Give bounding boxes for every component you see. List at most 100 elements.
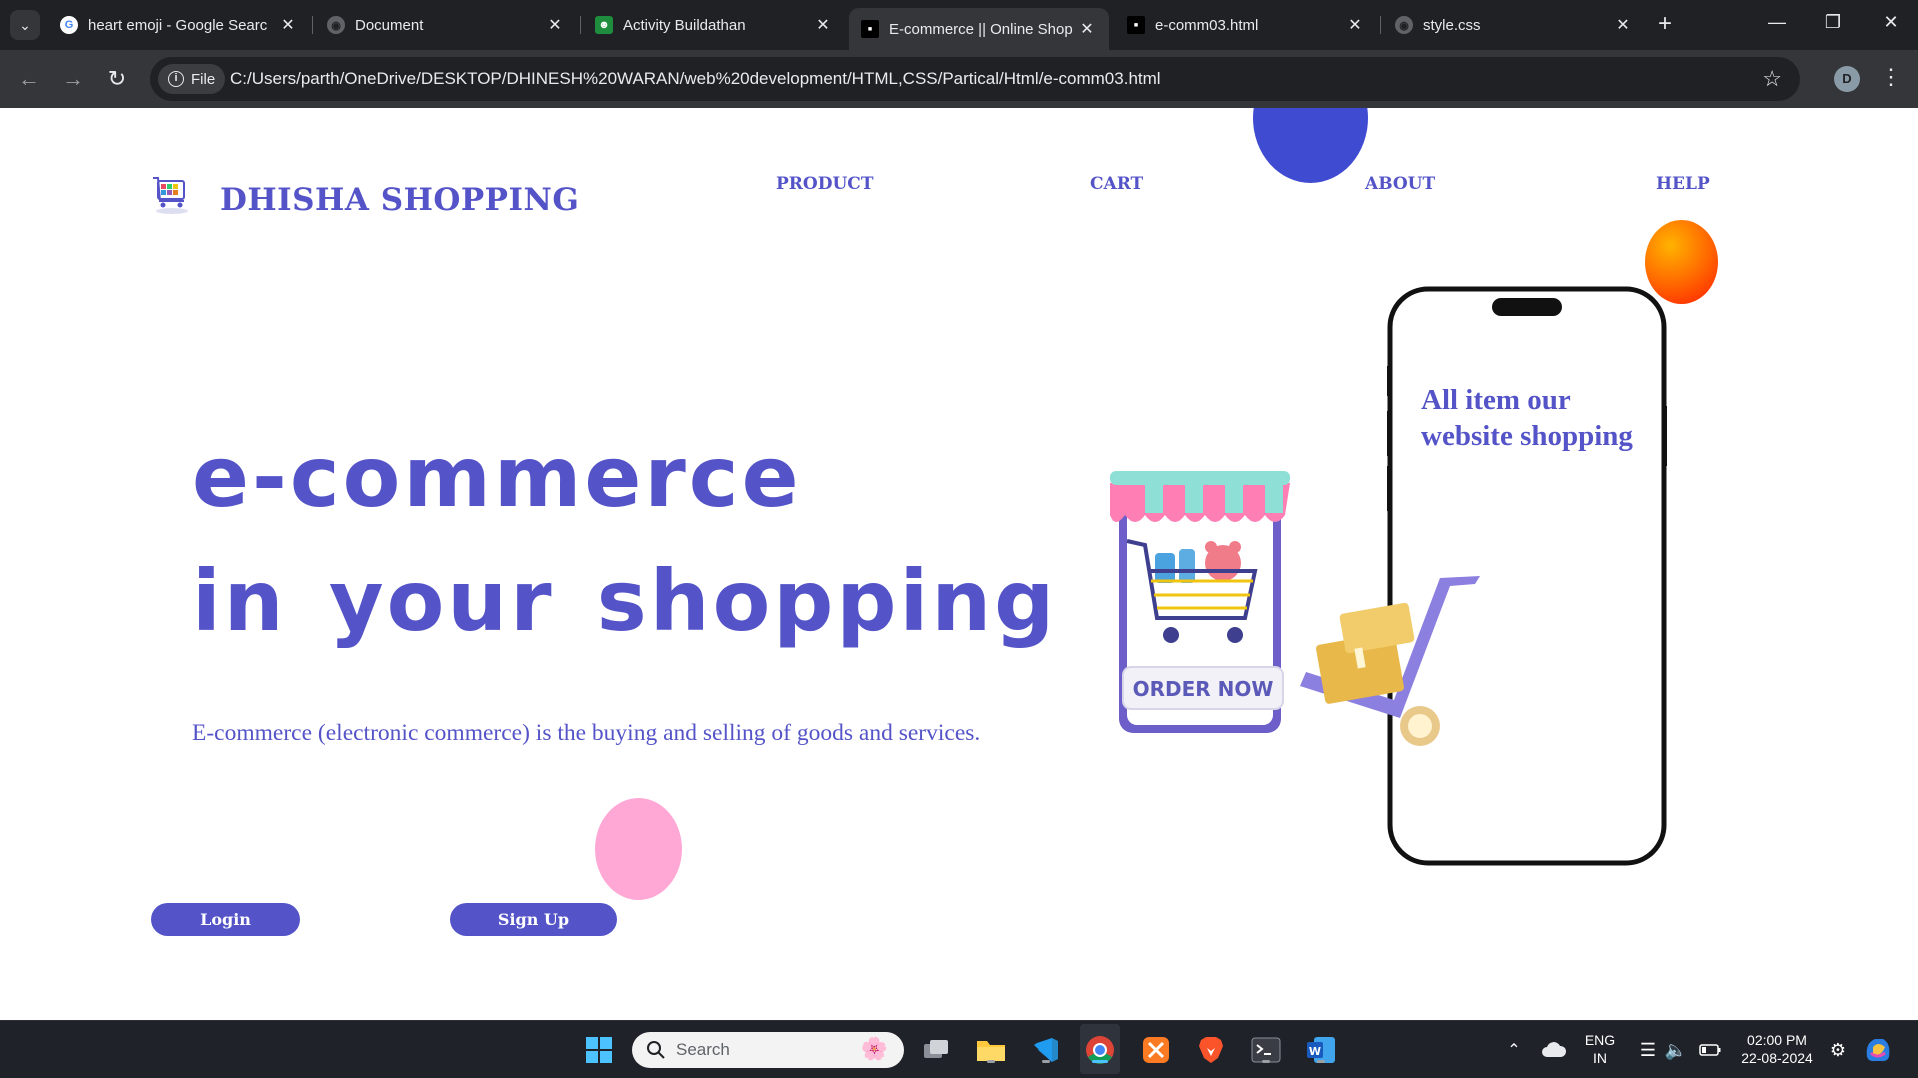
shopping-cart-logo-icon xyxy=(153,177,188,214)
region-code: IN xyxy=(1593,1050,1607,1066)
copilot-button[interactable] xyxy=(1862,1034,1894,1066)
restore-button[interactable]: ❐ xyxy=(1818,12,1848,33)
xampp-button[interactable] xyxy=(1140,1034,1172,1066)
globe-icon: ◉ xyxy=(1395,16,1413,34)
battery-icon[interactable] xyxy=(1694,1034,1726,1066)
clock[interactable]: 02:00 PM 22-08-2024 xyxy=(1732,1031,1822,1067)
minimize-icon: — xyxy=(1768,12,1786,32)
windows-logo-icon xyxy=(586,1037,612,1063)
clock-date: 22-08-2024 xyxy=(1741,1050,1813,1066)
task-view-icon xyxy=(924,1040,948,1058)
info-icon: i xyxy=(168,71,184,87)
reload-button[interactable]: ↻ xyxy=(102,64,132,94)
page-thumb-icon: ■ xyxy=(1127,16,1145,34)
tab-ecommerce[interactable]: ■ E-commerce || Online Shop ✕ xyxy=(849,8,1109,50)
taskbar-search-box[interactable]: Search 🌸 xyxy=(632,1032,904,1068)
tab-title: heart emoji - Google Searc xyxy=(88,16,268,34)
profile-avatar[interactable]: D xyxy=(1834,66,1860,92)
running-indicator xyxy=(987,1060,995,1063)
start-button[interactable] xyxy=(583,1034,615,1066)
brave-lion-icon xyxy=(1199,1037,1223,1063)
page-thumb-icon: ■ xyxy=(861,20,879,38)
close-icon[interactable]: ✕ xyxy=(278,15,298,35)
arrow-right-icon: → xyxy=(62,66,84,91)
copilot-icon xyxy=(1866,1039,1890,1062)
tab-heart-emoji[interactable]: G heart emoji - Google Searc ✕ xyxy=(48,8,310,42)
tab-search-button[interactable]: ⌄ xyxy=(10,10,40,40)
chevron-up-icon: ⌃ xyxy=(1507,1042,1521,1059)
volume-icon[interactable]: 🔈 xyxy=(1660,1034,1692,1066)
nav-link-cart[interactable]: CART xyxy=(1090,174,1143,194)
address-bar[interactable]: i File C:/Users/parth/OneDrive/DESKTOP/D… xyxy=(150,57,1800,101)
hero-heading-line1: e-commerce xyxy=(192,428,802,526)
brand-name[interactable]: DHISHA SHOPPING xyxy=(220,182,579,218)
tab-style-css[interactable]: ◉ style.css ✕ xyxy=(1383,8,1645,42)
word-button[interactable]: W xyxy=(1305,1034,1337,1066)
show-hidden-icons-button[interactable]: ⌃ xyxy=(1498,1034,1530,1066)
signup-button[interactable]: Sign Up xyxy=(450,903,617,936)
close-window-button[interactable]: ✕ xyxy=(1876,12,1906,33)
site-info-label: File xyxy=(191,70,216,88)
chrome-button[interactable] xyxy=(1084,1034,1116,1066)
file-explorer-button[interactable] xyxy=(975,1034,1007,1066)
reload-icon: ↻ xyxy=(107,66,127,91)
task-view-button[interactable] xyxy=(920,1034,952,1066)
decorative-pink-circle xyxy=(595,798,682,900)
globe-icon: ◉ xyxy=(327,16,345,34)
login-button[interactable]: Login xyxy=(151,903,300,936)
url-text[interactable]: C:/Users/parth/OneDrive/DESKTOP/DHINESH%… xyxy=(230,69,1161,89)
new-tab-button[interactable]: + xyxy=(1650,10,1680,40)
close-icon[interactable]: ✕ xyxy=(1345,15,1365,35)
vscode-button[interactable] xyxy=(1030,1034,1062,1066)
nav-link-product[interactable]: PRODUCT xyxy=(776,174,873,194)
back-button[interactable]: ← xyxy=(14,64,44,94)
menu-kebab-icon[interactable]: ⋮ xyxy=(1880,64,1902,90)
bookmark-star-icon[interactable]: ☆ xyxy=(1762,66,1782,92)
order-now-badge: ORDER NOW xyxy=(1133,677,1274,701)
close-icon: ✕ xyxy=(1883,12,1899,32)
xampp-icon xyxy=(1143,1037,1169,1063)
page-viewport: DHISHA SHOPPING PRODUCT CART ABOUT HELP … xyxy=(0,108,1918,1020)
terminal-button[interactable] xyxy=(1250,1034,1282,1066)
hero-heading-line2: in your shopping xyxy=(192,552,1058,650)
close-icon[interactable]: ✕ xyxy=(813,15,833,35)
windows-taskbar: Search 🌸 W ⌃ ENG IN ☰ 🔈 02:00 PM 22-08-2… xyxy=(0,1020,1918,1078)
settings-gear-icon[interactable]: ⚙ xyxy=(1822,1034,1854,1066)
decorative-blue-circle xyxy=(1253,108,1368,183)
tab-activity-buildathan[interactable]: ☻ Activity Buildathan ✕ xyxy=(583,8,845,42)
search-icon xyxy=(647,1041,665,1059)
minimize-button[interactable]: — xyxy=(1762,12,1792,33)
close-icon[interactable]: ✕ xyxy=(1613,15,1633,35)
close-icon[interactable]: ✕ xyxy=(545,15,565,35)
forward-button[interactable]: → xyxy=(58,64,88,94)
phone-caption: All item our website shopping xyxy=(1421,384,1633,452)
tab-title: E-commerce || Online Shop xyxy=(889,20,1073,38)
nav-link-help[interactable]: HELP xyxy=(1656,174,1710,194)
tab-title: Activity Buildathan xyxy=(623,16,746,34)
running-indicator xyxy=(1042,1060,1050,1063)
input-language-indicator[interactable]: ENG IN xyxy=(1580,1031,1620,1067)
hero-description: E-commerce (electronic commerce) is the … xyxy=(192,720,981,746)
restore-icon: ❐ xyxy=(1824,12,1842,32)
cloud-icon xyxy=(1542,1042,1567,1057)
language-code: ENG xyxy=(1584,1032,1616,1048)
browser-toolbar: ← → ↻ i File C:/Users/parth/OneDrive/DES… xyxy=(0,50,1918,108)
tab-divider xyxy=(580,16,581,34)
arrow-left-icon: ← xyxy=(18,66,40,91)
running-indicator xyxy=(1262,1060,1270,1063)
tab-e-comm03[interactable]: ■ e-comm03.html ✕ xyxy=(1115,8,1377,42)
chevron-down-icon: ⌄ xyxy=(19,16,31,33)
plus-icon: + xyxy=(1657,10,1672,37)
tab-divider xyxy=(1380,16,1381,34)
classroom-icon: ☻ xyxy=(595,16,613,34)
close-icon[interactable]: ✕ xyxy=(1077,19,1097,39)
nav-link-about[interactable]: ABOUT xyxy=(1365,174,1435,194)
search-highlight-icon: 🌸 xyxy=(860,1036,888,1061)
tab-title: e-comm03.html xyxy=(1155,16,1259,34)
brave-button[interactable] xyxy=(1195,1034,1227,1066)
online-store-illustration: ORDER NOW xyxy=(1110,471,1290,733)
clock-time: 02:00 PM xyxy=(1747,1032,1807,1048)
tab-document[interactable]: ◉ Document ✕ xyxy=(315,8,577,42)
site-info-chip[interactable]: i File xyxy=(158,64,226,94)
onedrive-button[interactable] xyxy=(1538,1034,1570,1066)
